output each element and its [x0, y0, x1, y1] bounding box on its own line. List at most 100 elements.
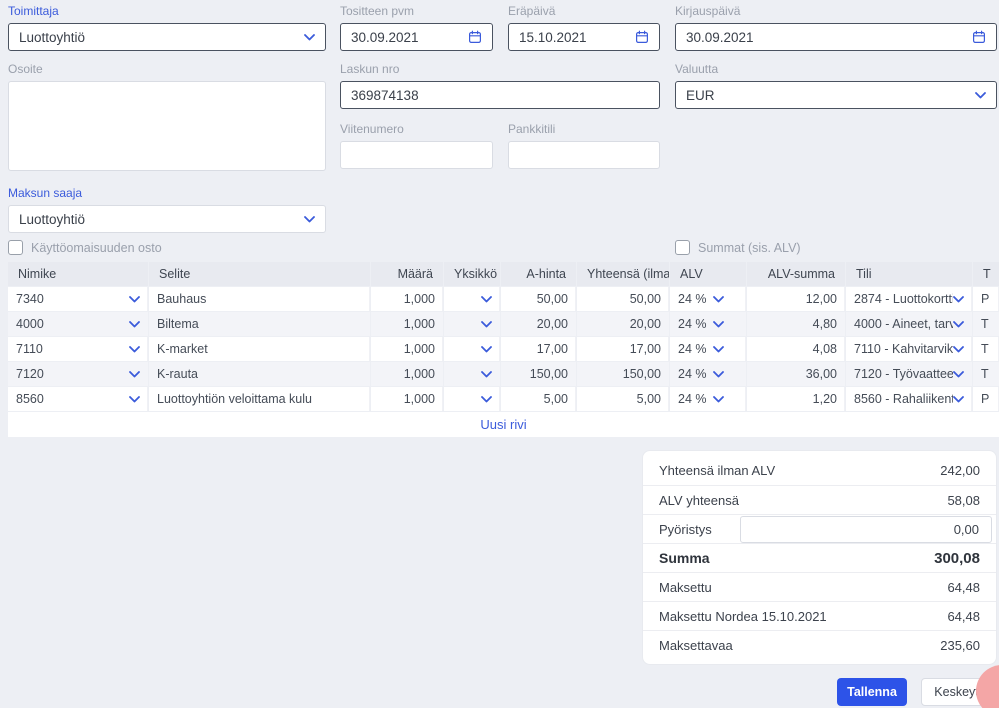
- summary-label: ALV yhteensä: [659, 493, 739, 508]
- yhteensa-cell[interactable]: 5,00: [577, 387, 669, 411]
- tositteen-pvm-input[interactable]: 30.09.2021: [340, 23, 493, 51]
- table-header-row: Nimike Selite Määrä Yksikkö A-hinta Yhte…: [8, 262, 999, 286]
- yhteensa-cell[interactable]: 17,00: [577, 337, 669, 361]
- maara-value: 1,000: [404, 342, 435, 356]
- laskun-nro-input[interactable]: [340, 81, 660, 109]
- alv-summa-cell[interactable]: 12,00: [747, 287, 845, 311]
- maara-value: 1,000: [404, 367, 435, 381]
- tyyppi-cell[interactable]: P: [973, 387, 999, 411]
- osoite-textarea[interactable]: [8, 81, 326, 171]
- chevron-down-icon: [713, 321, 724, 328]
- nimike-value: 4000: [16, 317, 44, 331]
- alv-dropdown[interactable]: 24 %: [670, 337, 746, 361]
- tyyppi-cell[interactable]: T: [973, 312, 999, 336]
- calendar-icon[interactable]: [972, 30, 986, 44]
- yhteensa-cell[interactable]: 20,00: [577, 312, 669, 336]
- a-hinta-cell[interactable]: 50,00: [501, 287, 576, 311]
- selite-cell[interactable]: K-rauta: [149, 362, 370, 386]
- a-hinta-cell[interactable]: 17,00: [501, 337, 576, 361]
- tyyppi-cell[interactable]: T: [973, 362, 999, 386]
- alv-summa-cell[interactable]: 4,80: [747, 312, 845, 336]
- yksikko-dropdown[interactable]: [444, 312, 500, 336]
- selite-cell[interactable]: Biltema: [149, 312, 370, 336]
- tyyppi-cell[interactable]: P: [973, 287, 999, 311]
- col-header-maara: Määrä: [371, 262, 443, 286]
- viitenumero-label: Viitenumero: [340, 122, 493, 136]
- chevron-down-icon: [129, 296, 140, 303]
- add-row-link[interactable]: Uusi rivi: [480, 417, 526, 432]
- chat-fab-button[interactable]: [976, 665, 999, 708]
- valuutta-label: Valuutta: [675, 62, 997, 76]
- yksikko-dropdown[interactable]: [444, 362, 500, 386]
- maara-cell[interactable]: 1,000: [371, 312, 443, 336]
- laskun-nro-field: Laskun nro: [340, 62, 660, 109]
- toimittaja-select[interactable]: Luottoyhtiö: [8, 23, 326, 51]
- chevron-down-icon: [953, 371, 964, 378]
- tili-dropdown[interactable]: 7120 - Työvaatteet: [846, 362, 972, 386]
- tyyppi-value: P: [981, 392, 989, 406]
- nimike-dropdown[interactable]: 8560: [8, 387, 148, 411]
- save-button[interactable]: Tallenna: [837, 678, 907, 706]
- alv-summa-cell[interactable]: 36,00: [747, 362, 845, 386]
- tyyppi-cell[interactable]: T: [973, 337, 999, 361]
- alv-dropdown[interactable]: 24 %: [670, 287, 746, 311]
- a-hinta-cell[interactable]: 150,00: [501, 362, 576, 386]
- pankkitili-label: Pankkitili: [508, 122, 660, 136]
- erapaiva-input[interactable]: 15.10.2021: [508, 23, 660, 51]
- selite-cell[interactable]: Luottoyhtiön veloittama kulu: [149, 387, 370, 411]
- yhteensa-cell[interactable]: 150,00: [577, 362, 669, 386]
- selite-cell[interactable]: K-market: [149, 337, 370, 361]
- calendar-icon[interactable]: [468, 30, 482, 44]
- nimike-dropdown[interactable]: 4000: [8, 312, 148, 336]
- tili-dropdown[interactable]: 8560 - Rahaliikenteen kulut: [846, 387, 972, 411]
- col-header-yksikko: Yksikkö: [444, 262, 500, 286]
- a-hinta-cell[interactable]: 20,00: [501, 312, 576, 336]
- tili-value: 4000 - Aineet, tarvikkeet: [854, 317, 953, 331]
- maara-cell[interactable]: 1,000: [371, 287, 443, 311]
- checkbox-input[interactable]: [8, 240, 23, 255]
- maksun-saaja-field: Maksun saaja Luottoyhtiö: [8, 186, 326, 233]
- tili-dropdown[interactable]: 2874 - Luottokorttimaksut: [846, 287, 972, 311]
- nimike-value: 8560: [16, 392, 44, 406]
- a-hinta-cell[interactable]: 5,00: [501, 387, 576, 411]
- chevron-down-icon: [481, 346, 492, 353]
- yksikko-dropdown[interactable]: [444, 387, 500, 411]
- viitenumero-input[interactable]: [340, 141, 493, 169]
- alv-dropdown[interactable]: 24 %: [670, 387, 746, 411]
- pankkitili-input[interactable]: [508, 141, 660, 169]
- alv-dropdown[interactable]: 24 %: [670, 312, 746, 336]
- summat-checkbox[interactable]: Summat (sis. ALV): [675, 240, 801, 255]
- maara-cell[interactable]: 1,000: [371, 362, 443, 386]
- yhteensa-cell[interactable]: 50,00: [577, 287, 669, 311]
- kirjauspaiva-input[interactable]: 30.09.2021: [675, 23, 997, 51]
- maksun-saaja-label: Maksun saaja: [8, 186, 326, 200]
- valuutta-select[interactable]: EUR: [675, 81, 997, 109]
- selite-value: K-market: [157, 342, 208, 356]
- maksun-saaja-select[interactable]: Luottoyhtiö: [8, 205, 326, 233]
- nimike-dropdown[interactable]: 7110: [8, 337, 148, 361]
- kayttoomaisuus-checkbox[interactable]: Käyttöomaisuuden osto: [8, 240, 162, 255]
- maara-cell[interactable]: 1,000: [371, 337, 443, 361]
- checkbox-input[interactable]: [675, 240, 690, 255]
- alv-dropdown[interactable]: 24 %: [670, 362, 746, 386]
- tositteen-pvm-label: Tositteen pvm: [340, 4, 493, 18]
- summary-row-total: Summa 300,08: [643, 543, 996, 572]
- yksikko-dropdown[interactable]: [444, 287, 500, 311]
- a-hinta-value: 150,00: [530, 367, 568, 381]
- pyoristys-input[interactable]: [740, 516, 992, 543]
- alv-summa-cell[interactable]: 4,08: [747, 337, 845, 361]
- erapaiva-label: Eräpäivä: [508, 4, 660, 18]
- chevron-down-icon: [953, 346, 964, 353]
- alv-summa-cell[interactable]: 1,20: [747, 387, 845, 411]
- yksikko-dropdown[interactable]: [444, 337, 500, 361]
- yhteensa-value: 20,00: [630, 317, 661, 331]
- tili-dropdown[interactable]: 7110 - Kahvitarvikkeet: [846, 337, 972, 361]
- nimike-dropdown[interactable]: 7340: [8, 287, 148, 311]
- maara-cell[interactable]: 1,000: [371, 387, 443, 411]
- alv-value: 24 %: [678, 392, 707, 406]
- selite-cell[interactable]: Bauhaus: [149, 287, 370, 311]
- tili-dropdown[interactable]: 4000 - Aineet, tarvikkeet: [846, 312, 972, 336]
- table-row: 7110 K-market 1,000 17,00 17,00 24 % 4,0…: [8, 337, 999, 361]
- calendar-icon[interactable]: [635, 30, 649, 44]
- nimike-dropdown[interactable]: 7120: [8, 362, 148, 386]
